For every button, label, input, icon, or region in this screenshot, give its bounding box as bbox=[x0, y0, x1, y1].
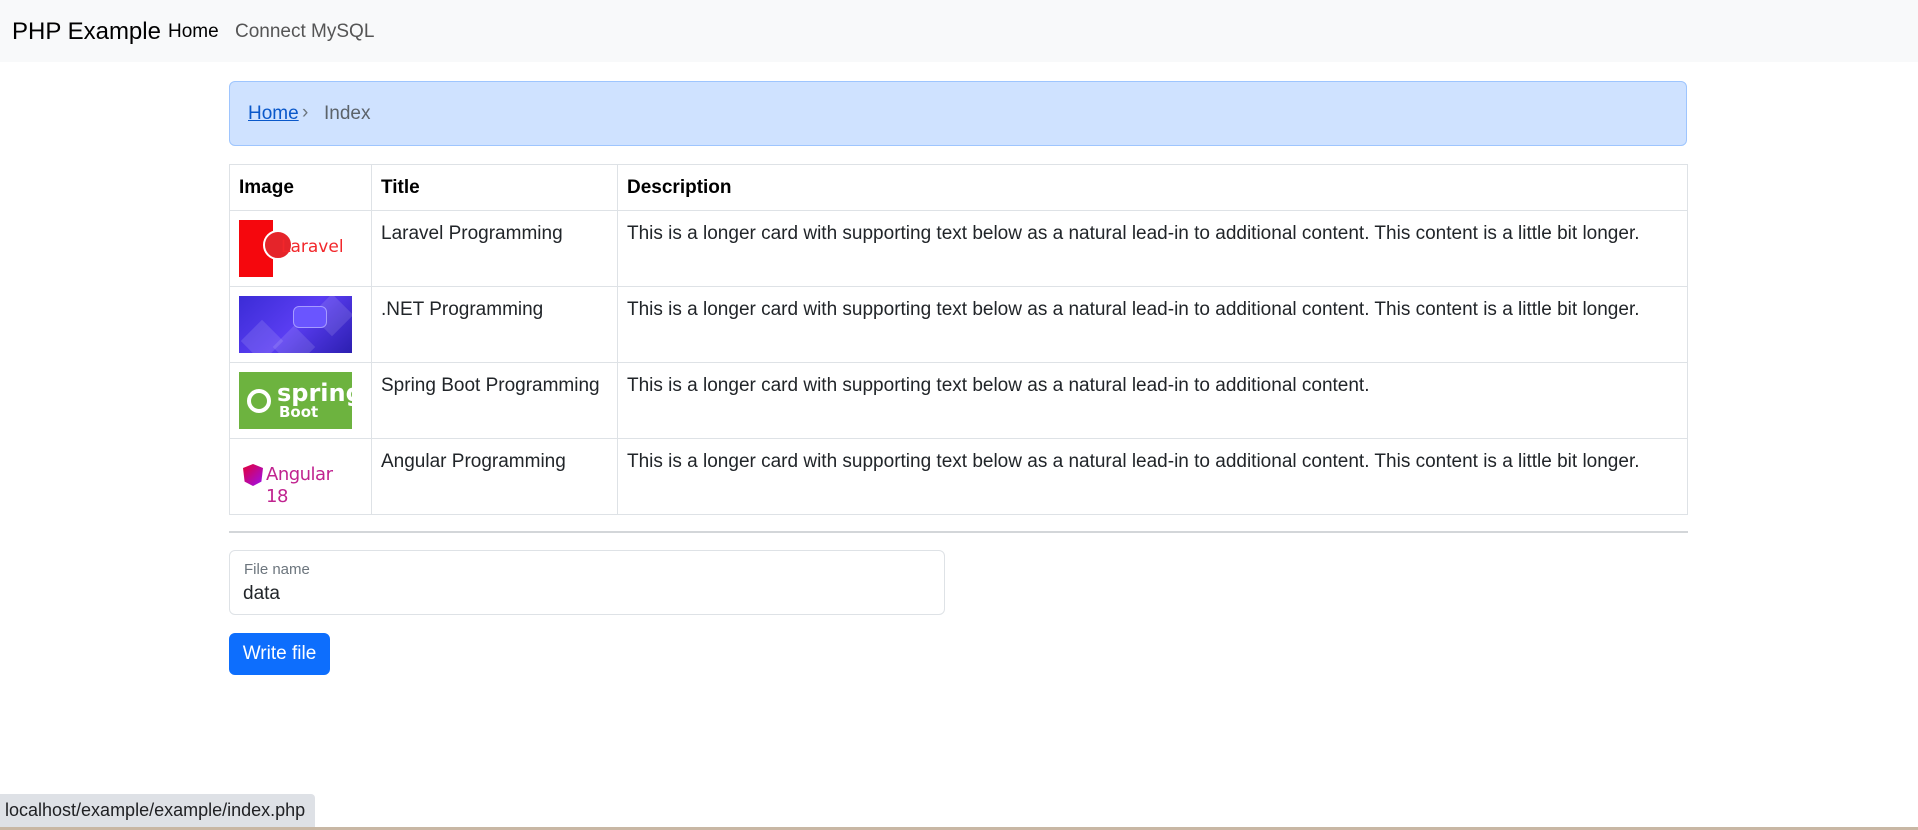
description-cell: This is a longer card with supporting te… bbox=[617, 286, 1688, 363]
breadcrumb-home-link[interactable]: Home bbox=[248, 103, 299, 125]
courses-table: Image Title Description Laravel Laravel … bbox=[229, 164, 1688, 515]
nav-link-connect-mysql[interactable]: Connect MySQL bbox=[235, 21, 374, 43]
navbar-brand[interactable]: PHP Example bbox=[12, 18, 161, 46]
column-header-image: Image bbox=[229, 164, 372, 211]
title-cell: Angular Programming bbox=[371, 438, 618, 515]
description-cell: This is a longer card with supporting te… bbox=[617, 438, 1688, 515]
table-row: Laravel Laravel Programming This is a lo… bbox=[229, 210, 1688, 287]
spring-leaf-icon bbox=[247, 389, 271, 413]
angular-logo-image: Angular 18 bbox=[239, 448, 352, 505]
spring-boot-logo-image: spring Boot bbox=[239, 372, 352, 429]
breadcrumb-separator-icon: › bbox=[302, 102, 309, 123]
file-name-field[interactable]: File name bbox=[229, 550, 945, 615]
file-name-label: File name bbox=[244, 561, 310, 578]
column-header-title: Title bbox=[371, 164, 618, 211]
description-cell: This is a longer card with supporting te… bbox=[617, 210, 1688, 287]
angular-logo-text: Angular 18 bbox=[266, 464, 333, 505]
boot-logo-text: Boot bbox=[279, 403, 319, 421]
write-file-button[interactable]: Write file bbox=[229, 633, 330, 675]
dotnet-image bbox=[239, 296, 352, 353]
table-row: Angular 18 Angular Programming This is a… bbox=[229, 438, 1688, 515]
status-bar-url: localhost/example/example/index.php bbox=[0, 794, 316, 827]
table-header-row: Image Title Description bbox=[229, 164, 1688, 211]
horizontal-divider bbox=[229, 531, 1688, 533]
angular-shield-icon bbox=[243, 464, 263, 486]
table-row: .NET Programming This is a longer card w… bbox=[229, 286, 1688, 363]
navbar: PHP Example Home Connect MySQL bbox=[0, 0, 1918, 62]
laravel-logo-text: Laravel bbox=[281, 237, 344, 257]
image-cell: spring Boot bbox=[229, 362, 372, 439]
column-header-description: Description bbox=[617, 164, 1688, 211]
title-cell: Spring Boot Programming bbox=[371, 362, 618, 439]
breadcrumb: Home › Index bbox=[229, 81, 1687, 146]
laravel-logo-image: Laravel bbox=[239, 220, 352, 277]
breadcrumb-current: Index bbox=[324, 103, 371, 124]
image-cell bbox=[229, 286, 372, 363]
title-cell: .NET Programming bbox=[371, 286, 618, 363]
table-row: spring Boot Spring Boot Programming This… bbox=[229, 362, 1688, 439]
file-name-input[interactable] bbox=[243, 582, 923, 606]
image-cell: Angular 18 bbox=[229, 438, 372, 515]
nav-link-home[interactable]: Home bbox=[168, 21, 219, 43]
title-cell: Laravel Programming bbox=[371, 210, 618, 287]
image-cell: Laravel bbox=[229, 210, 372, 287]
description-cell: This is a longer card with supporting te… bbox=[617, 362, 1688, 439]
